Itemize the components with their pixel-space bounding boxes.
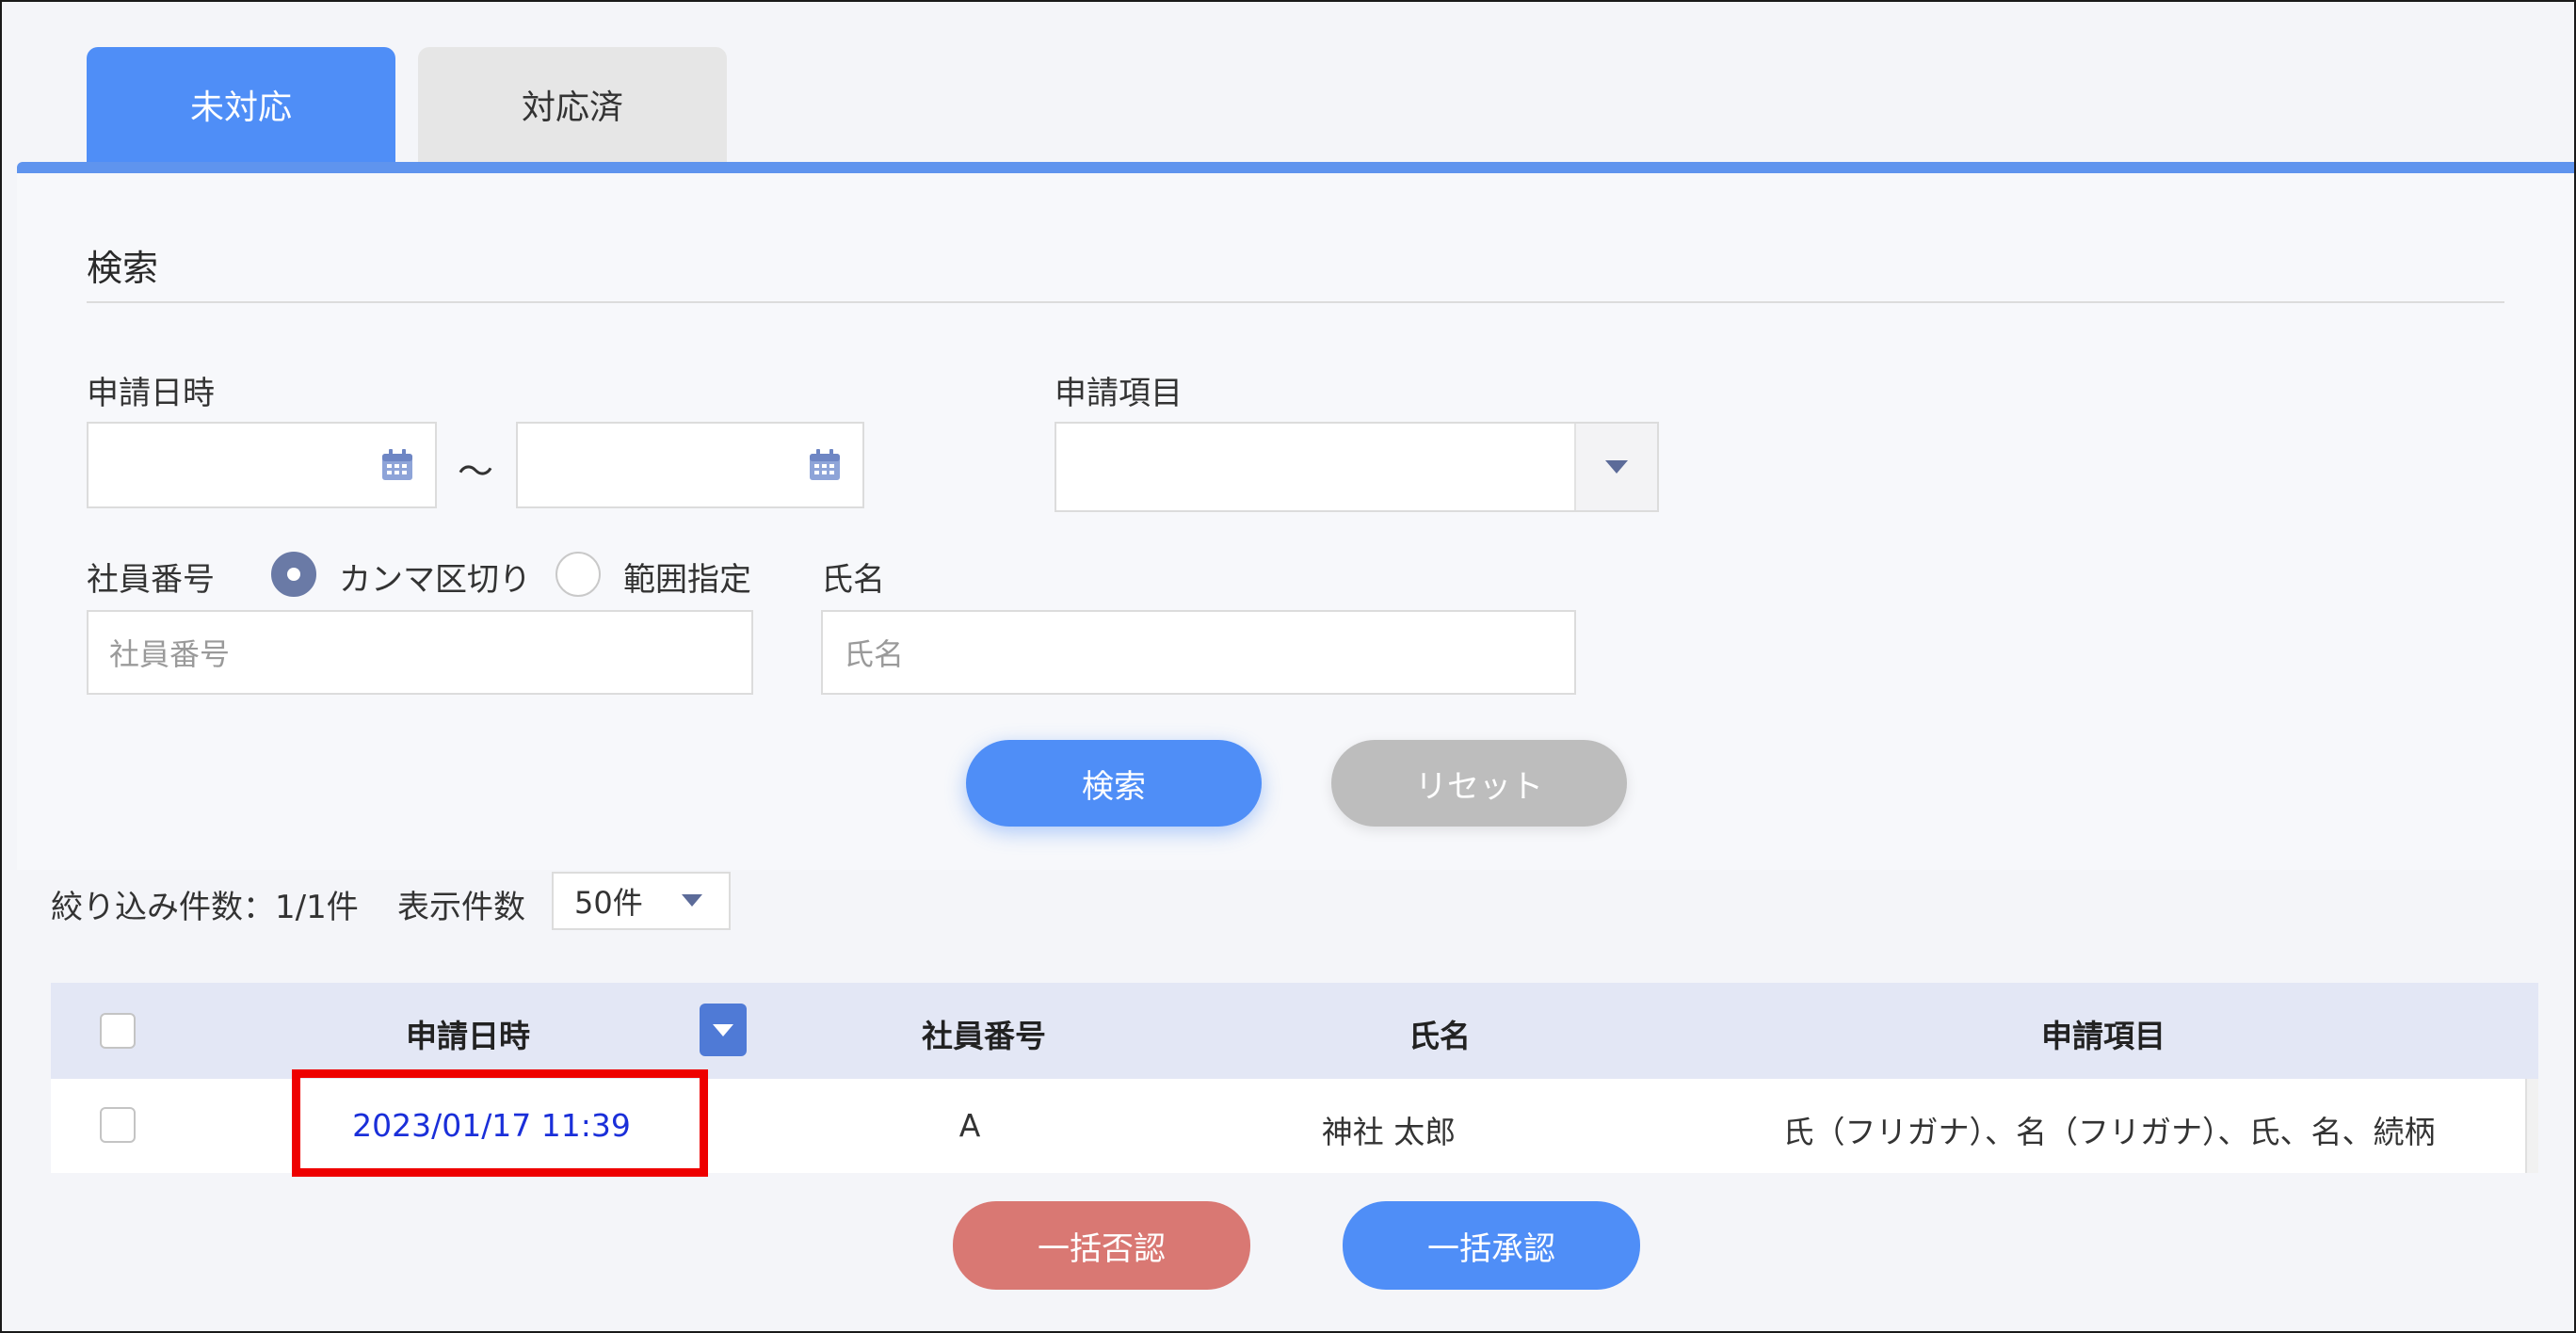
- table-scrollbar[interactable]: [2525, 1079, 2538, 1173]
- filter-count: 絞り込み件数：1/1件: [51, 889, 359, 926]
- bulk-approve-button[interactable]: 一括承認: [1343, 1201, 1640, 1290]
- reset-button[interactable]: リセット: [1331, 740, 1627, 827]
- calendar-icon[interactable]: [808, 448, 842, 482]
- highlight-annotation: [292, 1069, 708, 1177]
- chevron-down-icon: [1605, 460, 1628, 474]
- bulk-reject-button[interactable]: 一括否認: [953, 1201, 1250, 1290]
- display-count-value: 50件: [574, 885, 643, 921]
- search-section-title: 検索: [87, 248, 159, 289]
- col-header-items: 申請項目: [2041, 1018, 2165, 1054]
- employee-number-input[interactable]: 社員番号: [87, 610, 753, 695]
- item-label: 申請項目: [1055, 375, 1183, 412]
- radio-range[interactable]: [555, 552, 601, 597]
- radio-comma[interactable]: [271, 552, 316, 597]
- chevron-down-icon: [713, 1023, 733, 1036]
- col-header-date[interactable]: 申請日時: [406, 1011, 530, 1056]
- name-input[interactable]: 氏名: [821, 610, 1576, 695]
- display-count-label: 表示件数: [397, 889, 525, 926]
- col-header-employee-no: 社員番号: [922, 1018, 1046, 1054]
- sort-desc-icon[interactable]: [700, 1004, 747, 1056]
- tab-underline: [17, 162, 2574, 173]
- radio-comma-label: カンマ区切り: [339, 561, 531, 599]
- select-all-checkbox[interactable]: [100, 1013, 136, 1049]
- search-button[interactable]: 検索: [966, 740, 1262, 827]
- date-label: 申請日時: [87, 375, 215, 412]
- row-name: 神社 太郎: [1321, 1114, 1457, 1150]
- section-divider: [87, 301, 2504, 303]
- item-select[interactable]: [1055, 422, 1659, 512]
- name-label: 氏名: [821, 561, 885, 599]
- row-employee-no: A: [958, 1107, 981, 1144]
- chevron-down-icon: [682, 894, 702, 907]
- range-separator: ～: [458, 451, 494, 492]
- row-items: 氏（フリガナ）、名（フリガナ）、氏、名、続柄: [1782, 1114, 2436, 1150]
- employee-number-placeholder: 社員番号: [109, 636, 231, 672]
- date-to-input[interactable]: [516, 422, 864, 508]
- table-header: 申請日時 社員番号 氏名 申請項目: [51, 983, 2538, 1079]
- employee-label: 社員番号: [87, 561, 215, 599]
- date-from-input[interactable]: [87, 422, 437, 508]
- calendar-icon[interactable]: [380, 448, 414, 482]
- window-frame: 未対応 対応済 検索 申請日時 ～ 申請項目 社員番号 カンマ区切り 範囲指定 …: [0, 0, 2576, 1333]
- col-header-name: 氏名: [1409, 1018, 1471, 1054]
- display-count-select[interactable]: 50件: [552, 872, 731, 930]
- tab-unhandled[interactable]: 未対応: [87, 47, 395, 162]
- radio-range-label: 範囲指定: [623, 561, 751, 599]
- name-placeholder: 氏名: [844, 636, 905, 672]
- search-panel: [17, 173, 2574, 870]
- row-checkbox[interactable]: [100, 1107, 136, 1143]
- tab-handled[interactable]: 対応済: [418, 47, 727, 162]
- item-select-toggle[interactable]: [1574, 424, 1657, 510]
